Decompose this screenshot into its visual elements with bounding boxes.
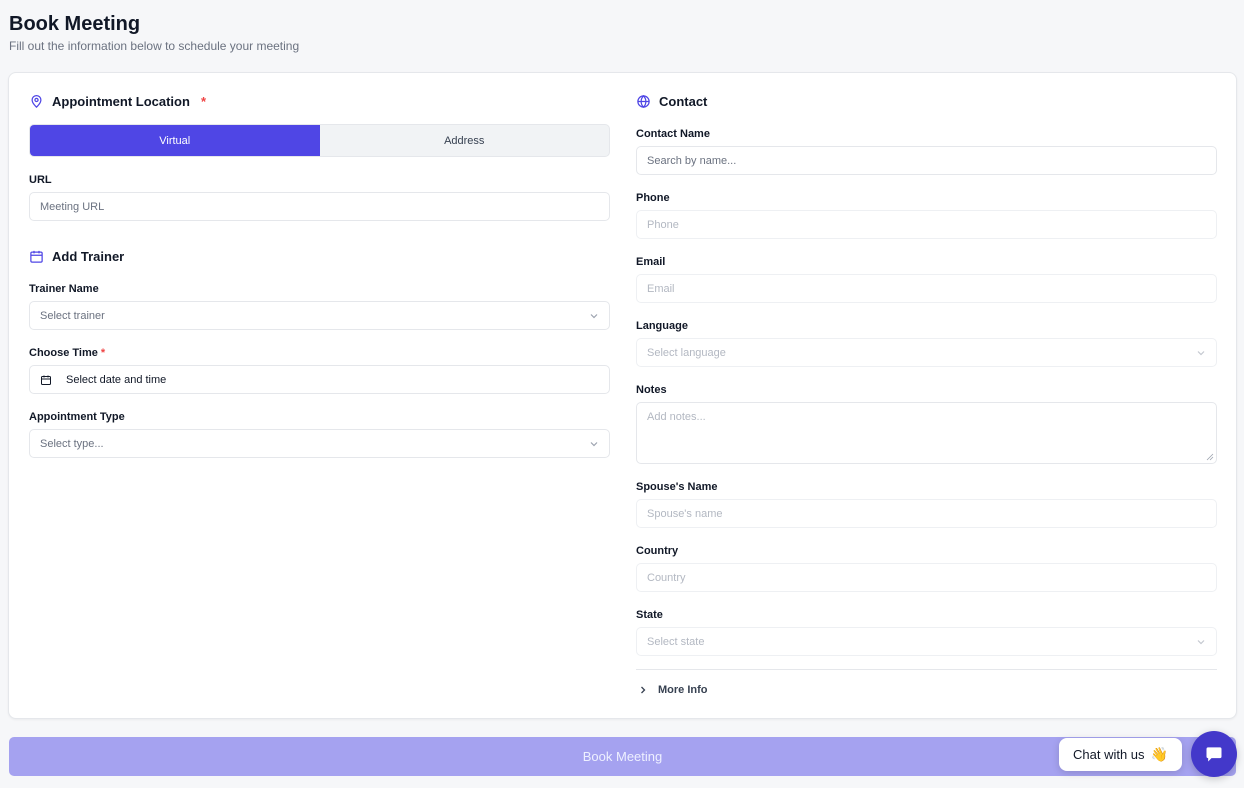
email-input[interactable]: Email [636, 274, 1217, 303]
more-info-toggle[interactable]: More Info [638, 684, 708, 696]
notes-textarea[interactable]: Add notes... [636, 402, 1217, 464]
appointment-location-title: Appointment Location [52, 94, 190, 109]
url-placeholder: Meeting URL [40, 200, 105, 213]
more-info-label: More Info [658, 684, 708, 696]
language-placeholder: Select language [647, 346, 726, 359]
spouse-name-label: Spouse's Name [636, 481, 718, 493]
url-input[interactable]: Meeting URL [29, 192, 610, 221]
toggle-address[interactable]: Address [320, 125, 610, 156]
country-placeholder: Country [647, 571, 686, 584]
chevron-down-icon [1197, 350, 1205, 355]
booking-form-card: Appointment Location * Virtual Address UR… [8, 72, 1237, 719]
choose-time-label: Choose Time [29, 347, 98, 359]
url-label: URL [29, 174, 52, 186]
page-header: Book Meeting Fill out the information be… [9, 12, 299, 53]
language-label: Language [636, 320, 688, 332]
state-placeholder: Select state [647, 635, 705, 648]
contact-name-label: Contact Name [636, 128, 710, 140]
chevron-right-icon [641, 686, 646, 694]
trainer-select[interactable]: Select trainer [29, 301, 610, 330]
appointment-location-heading: Appointment Location * [29, 94, 206, 109]
add-trainer-title: Add Trainer [52, 249, 125, 264]
calendar-icon [30, 250, 43, 263]
datetime-picker[interactable]: Select date and time [29, 365, 610, 394]
email-label: Email [636, 256, 666, 268]
language-select[interactable]: Select language [636, 338, 1217, 367]
email-placeholder: Email [647, 282, 675, 295]
calendar-icon [41, 375, 51, 385]
resize-handle-icon[interactable] [1206, 453, 1214, 461]
state-select[interactable]: Select state [636, 627, 1217, 656]
datetime-value: Select date and time [66, 373, 167, 386]
page-subtitle: Fill out the information below to schedu… [9, 39, 300, 53]
location-pin-icon [31, 94, 42, 108]
contact-title: Contact [659, 94, 708, 109]
toggle-virtual[interactable]: Virtual [30, 125, 320, 156]
state-label: State [636, 609, 663, 621]
contact-search-placeholder: Search by name... [647, 154, 737, 167]
add-trainer-heading: Add Trainer [29, 249, 124, 264]
globe-icon [637, 94, 650, 109]
notes-placeholder: Add notes... [647, 411, 706, 423]
appointment-type-select[interactable]: Select type... [29, 429, 610, 458]
location-type-toggle: Virtual Address [29, 124, 610, 157]
required-mark: * [200, 94, 206, 109]
waving-hand-icon: 👋 [1150, 746, 1168, 762]
country-input[interactable]: Country [636, 563, 1217, 592]
country-label: Country [636, 545, 679, 557]
appointment-type-label: Appointment Type [29, 411, 125, 423]
phone-input[interactable]: Phone [636, 210, 1217, 239]
chevron-down-icon [590, 313, 598, 318]
phone-label: Phone [636, 192, 670, 204]
trainer-placeholder: Select trainer [40, 309, 105, 322]
required-mark: * [100, 347, 106, 359]
contact-heading: Contact [636, 94, 707, 109]
page-title: Book Meeting [9, 13, 141, 35]
notes-label: Notes [636, 384, 667, 396]
chevron-down-icon [590, 441, 598, 446]
phone-placeholder: Phone [647, 218, 679, 231]
choose-time-label-wrap: Choose Time * [29, 347, 105, 359]
chat-launcher-button[interactable] [1191, 731, 1237, 777]
chat-bubble-icon [1206, 747, 1222, 762]
divider [636, 669, 1217, 670]
appointment-type-placeholder: Select type... [40, 437, 104, 450]
chevron-down-icon [1197, 639, 1205, 644]
contact-search-input[interactable]: Search by name... [636, 146, 1217, 175]
spouse-name-placeholder: Spouse's name [647, 507, 723, 520]
spouse-name-input[interactable]: Spouse's name [636, 499, 1217, 528]
book-meeting-button[interactable]: Book Meeting [9, 737, 1236, 776]
trainer-name-label: Trainer Name [29, 283, 99, 295]
chat-with-us-pill[interactable]: Chat with us 👋 [1059, 738, 1182, 771]
chat-label: Chat with us [1073, 747, 1145, 762]
